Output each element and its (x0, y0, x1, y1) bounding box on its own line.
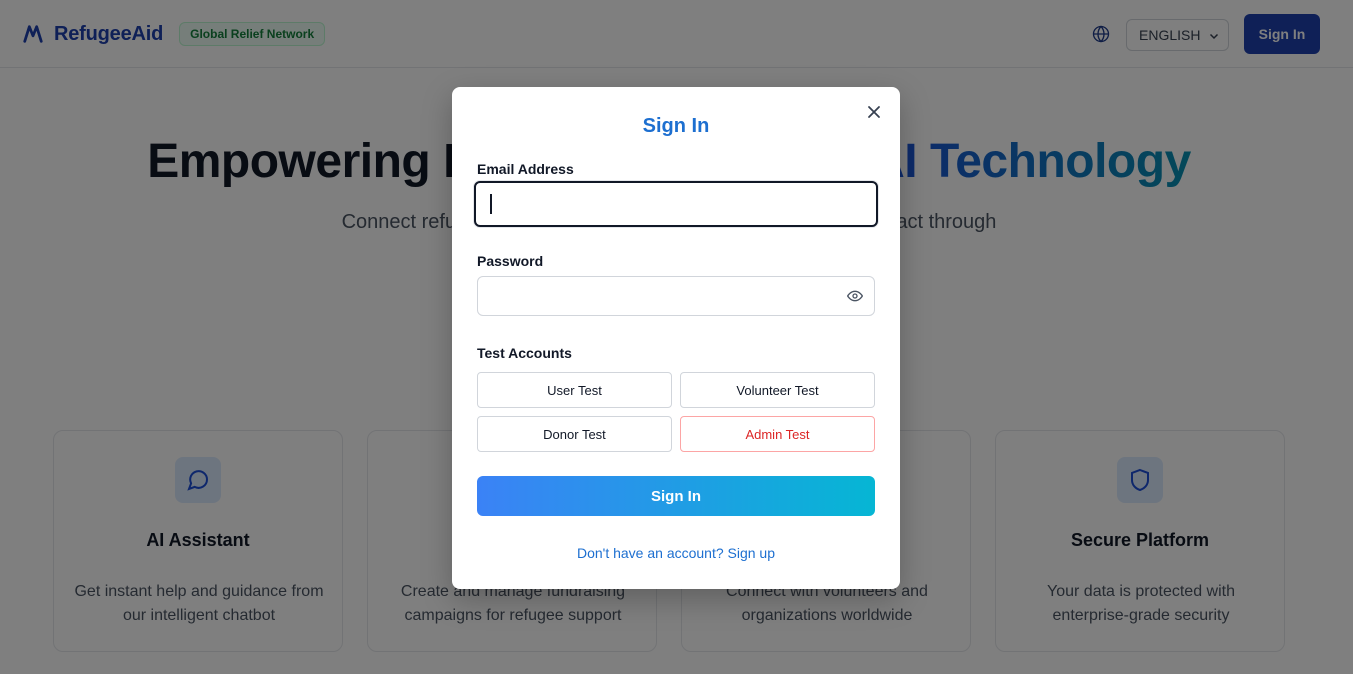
eye-icon[interactable] (847, 288, 863, 304)
signin-submit-button[interactable]: Sign In (477, 476, 875, 516)
email-field[interactable] (474, 181, 878, 227)
donor-test-button[interactable]: Donor Test (477, 416, 672, 452)
password-field[interactable] (477, 276, 875, 316)
password-label: Password (477, 253, 544, 269)
text-caret (490, 194, 492, 214)
signin-modal: Sign In Email Address Password Test Acco… (452, 87, 900, 589)
admin-test-button[interactable]: Admin Test (680, 416, 875, 452)
email-label: Email Address (477, 161, 574, 177)
volunteer-test-button[interactable]: Volunteer Test (680, 372, 875, 408)
test-accounts-label: Test Accounts (477, 345, 572, 361)
user-test-button[interactable]: User Test (477, 372, 672, 408)
signup-link[interactable]: Don't have an account? Sign up (452, 545, 900, 561)
modal-title: Sign In (642, 115, 710, 137)
